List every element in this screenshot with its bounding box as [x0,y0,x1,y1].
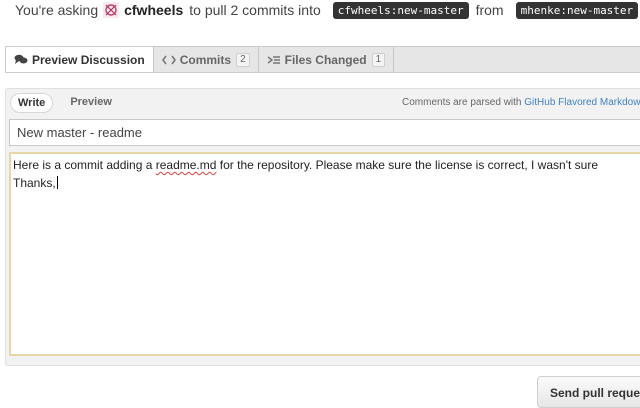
repo-owner-link[interactable]: cfwheels [124,2,183,18]
body-line: Here is a commit adding a readme.md for … [13,156,640,174]
base-branch-label: cfwheels:new-master [332,1,469,19]
tab-label: Commits [179,52,232,67]
body-textarea[interactable]: Here is a commit adding a readme.md for … [9,152,640,356]
pull-request-summary: You're asking cfwheels to pull 2 commits… [15,0,640,20]
text-caret [56,176,58,189]
body-line: Thanks, [13,174,640,192]
tab-commits[interactable]: Commits 2 [154,47,259,72]
markdown-note: Comments are parsed with GitHub Flavored… [402,97,640,108]
editor-mode-tabs: Write Preview [10,93,129,113]
discussion-icon [14,54,28,65]
body-text: Here is a commit adding a [13,158,156,172]
summary-prefix: You're asking [15,2,99,18]
write-tab[interactable]: Write [10,93,54,113]
tab-preview-discussion[interactable]: Preview Discussion [6,47,154,72]
summary-middle: to pull 2 commits into [189,2,321,18]
commits-count-badge: 2 [236,52,250,67]
tab-label: Preview Discussion [32,52,145,67]
body-text: for the repository. Please make sure the… [216,158,598,172]
diff-icon [267,55,281,65]
head-branch-label: mhenke:new-master [515,1,639,19]
files-count-badge: 1 [371,52,386,67]
avatar [103,2,120,18]
markdown-note-text: Comments are parsed with [402,97,522,108]
summary-from: from [475,2,504,18]
discussion-editor: Write Preview Comments are parsed with G… [5,88,640,366]
body-text: Thanks, [13,176,56,190]
code-icon [161,55,176,65]
misspelled-word: readme.md [155,158,217,172]
title-input[interactable] [9,119,640,146]
markdown-help-link[interactable]: GitHub Flavored Markdown [524,97,640,108]
tab-label: Files Changed [284,52,367,67]
send-pull-request-button[interactable]: Send pull request [537,376,640,408]
pull-request-tabs: Preview Discussion Commits 2 Files Chang… [5,46,640,73]
tab-files-changed[interactable]: Files Changed 1 [259,47,395,72]
preview-tab[interactable]: Preview [63,93,119,113]
